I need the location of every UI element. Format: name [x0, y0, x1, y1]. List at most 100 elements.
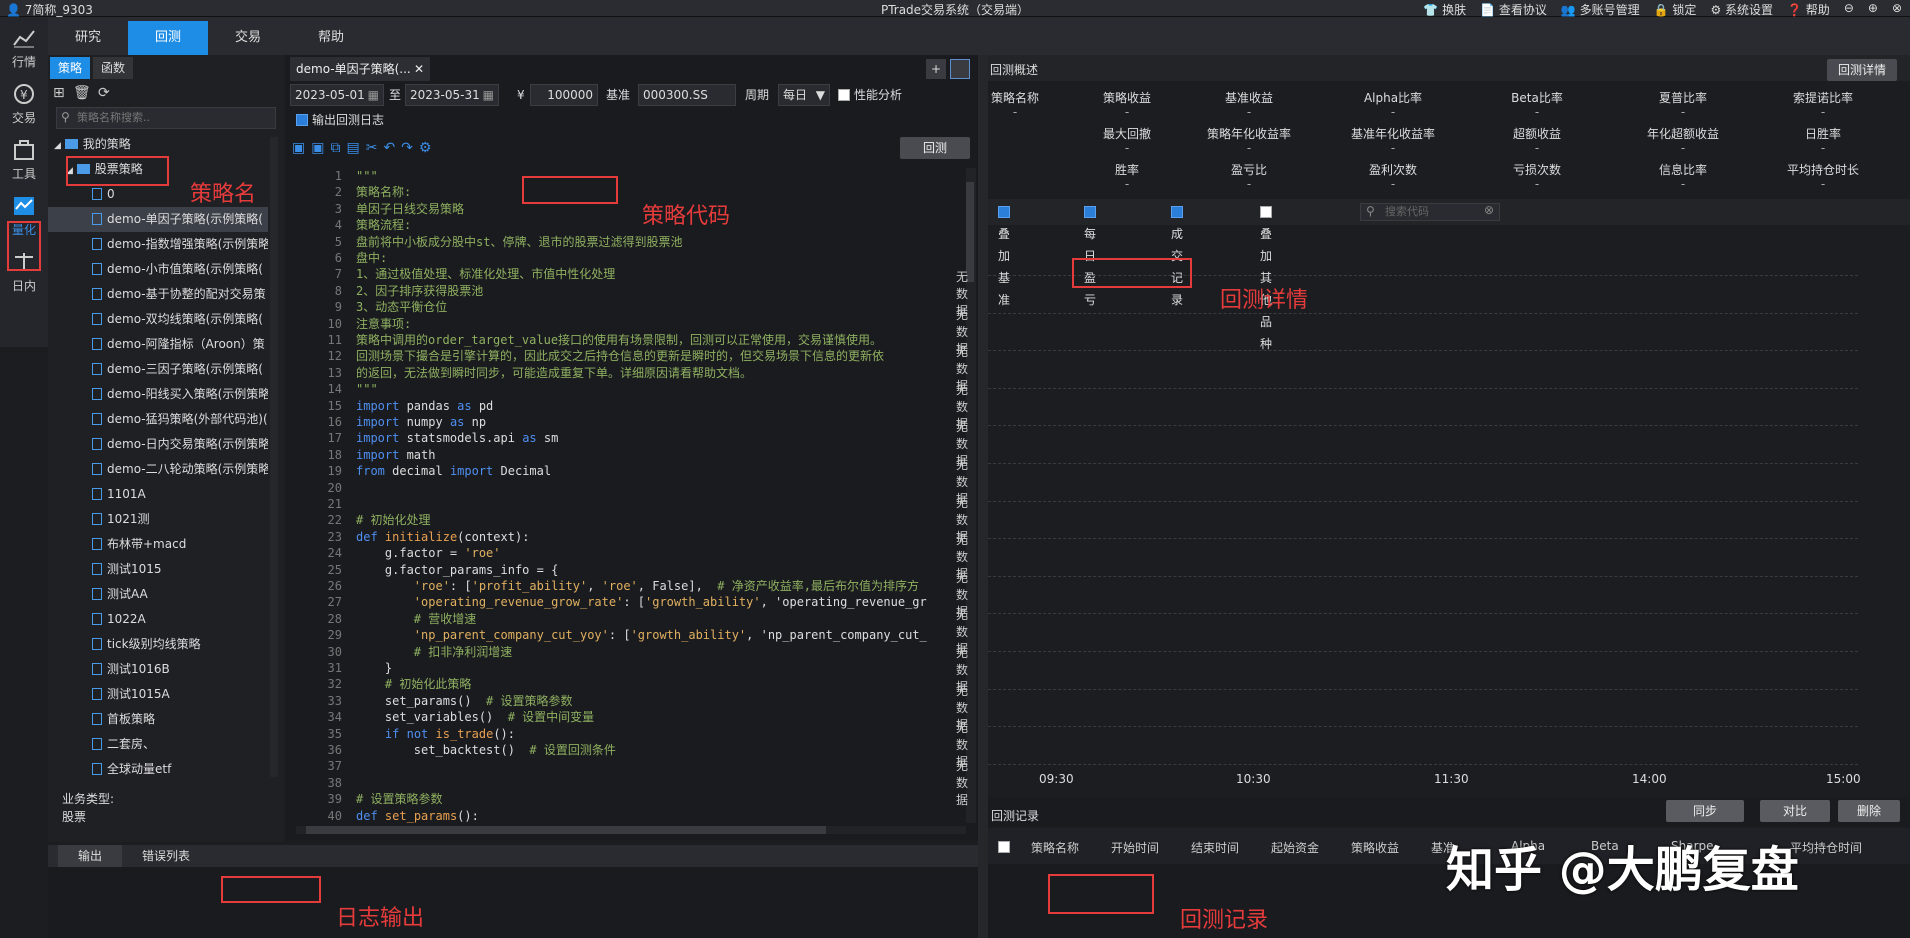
file-icon: [92, 738, 102, 750]
tree-root[interactable]: ◢ 我的策略: [48, 132, 268, 157]
refresh-icon[interactable]: ⟳: [98, 85, 110, 101]
tree-item[interactable]: 首板策略: [48, 707, 268, 732]
records-column-header[interactable]: 策略名称: [1031, 839, 1079, 856]
paste-icon[interactable]: ▤: [346, 140, 365, 156]
benchmark-input[interactable]: 000300.SS: [638, 84, 736, 106]
strategy-search-input[interactable]: 策略名称搜索..: [56, 107, 276, 129]
to-label: 至: [389, 88, 402, 102]
tree-item[interactable]: 布林带+macd: [48, 532, 268, 557]
close-tab-icon[interactable]: ✕: [414, 57, 424, 81]
tree-item[interactable]: 二套房、: [48, 732, 268, 757]
add-tab-icon[interactable]: +: [926, 59, 946, 79]
line-number: 28: [327, 611, 342, 626]
editor-tab[interactable]: demo-单因子策略(... ✕: [290, 57, 430, 81]
tab-strategy[interactable]: 策略: [50, 57, 90, 79]
clear-icon[interactable]: ⊗: [1484, 203, 1494, 217]
save-as-icon[interactable]: ▣: [311, 140, 330, 156]
capital-input[interactable]: 100000: [530, 84, 598, 106]
menu-backtest[interactable]: 回测: [128, 21, 208, 55]
chart-option-checkbox[interactable]: 叠加其他品种: [1260, 201, 1276, 355]
maximize-icon[interactable]: ⊕: [1868, 1, 1878, 18]
chart-option-checkbox[interactable]: 叠加基准: [998, 201, 1014, 311]
chart-option-checkbox[interactable]: 成交记录: [1171, 201, 1187, 311]
period-select[interactable]: 每日 ▼: [778, 84, 830, 106]
delete-button[interactable]: 删除: [1838, 800, 1900, 822]
sync-button[interactable]: 同步: [1666, 800, 1744, 822]
records-column-header[interactable]: 平均持仓时间: [1790, 839, 1862, 856]
file-icon: [92, 388, 102, 400]
skin-button[interactable]: 👕 换肤: [1423, 1, 1466, 18]
cut-icon[interactable]: ✂: [366, 140, 384, 156]
gear-icon[interactable]: ⚙: [419, 140, 438, 156]
tree-item[interactable]: 测试1016B: [48, 657, 268, 682]
records-column-header[interactable]: 结束时间: [1191, 839, 1239, 856]
chart-gridline: [988, 575, 1858, 577]
tree-item[interactable]: 1101A: [48, 482, 268, 507]
tree-item[interactable]: demo-指数增强策略(示例策略: [48, 232, 268, 257]
close-icon[interactable]: ⊗: [1892, 1, 1902, 18]
records-column-header[interactable]: 策略收益: [1351, 839, 1399, 856]
minimize-icon[interactable]: ⊖: [1844, 1, 1854, 18]
perf-checkbox[interactable]: 性能分析: [838, 84, 902, 106]
code-search-input[interactable]: 搜索代码: [1360, 203, 1500, 221]
tree-item[interactable]: demo-日内交易策略(示例策略: [48, 432, 268, 457]
menu-research[interactable]: 研究: [48, 21, 128, 55]
redo-icon[interactable]: ↷: [401, 140, 419, 156]
run-backtest-button[interactable]: 回测: [900, 137, 970, 159]
tree-item[interactable]: demo-小市值策略(示例策略(: [48, 257, 268, 282]
tree-item[interactable]: demo-三因子策略(示例策略(: [48, 357, 268, 382]
lock-button[interactable]: 🔒 锁定: [1654, 1, 1697, 18]
tree-item[interactable]: demo-二八轮动策略(示例策略: [48, 457, 268, 482]
nav-market[interactable]: 行情: [0, 17, 48, 73]
tree-item[interactable]: demo-双均线策略(示例策略(: [48, 307, 268, 332]
code-hscrollbar[interactable]: [296, 826, 966, 834]
menu-help[interactable]: 帮助: [291, 21, 371, 55]
tree-item[interactable]: tick级别均线策略: [48, 632, 268, 657]
copy-icon[interactable]: ⧉: [330, 140, 346, 156]
code-editor[interactable]: 1 """ 2 策略名称: 3 单因子日线交易策略 4 策略流程: 5 盘前将中小板成分股中st、…: [290, 168, 965, 823]
tree-item[interactable]: demo-猛犸策略(外部代码池)(: [48, 407, 268, 432]
nav-tools[interactable]: 工具: [0, 129, 48, 185]
tab-output[interactable]: 输出: [58, 845, 122, 867]
end-date-input[interactable]: 2023-05-31 ▦: [405, 84, 499, 106]
nav-trade[interactable]: ¥ 交易: [0, 73, 48, 129]
tree-item[interactable]: 测试1015A: [48, 682, 268, 707]
line-number: 21: [327, 497, 342, 511]
compare-button[interactable]: 对比: [1760, 800, 1830, 822]
detail-button[interactable]: 回测详情: [1827, 59, 1897, 81]
records-column-header[interactable]: 开始时间: [1111, 839, 1159, 856]
code-line: 2、因子排序获得股票池: [356, 283, 484, 298]
tree-item[interactable]: 1021测: [48, 507, 268, 532]
tree-scrollbar[interactable]: [270, 137, 278, 777]
delete-icon[interactable]: 🗑: [73, 85, 91, 101]
undo-icon[interactable]: ↶: [383, 140, 401, 156]
tree-item[interactable]: 1022A: [48, 607, 268, 632]
records-column-header[interactable]: 起始资金: [1271, 839, 1319, 856]
tree-item[interactable]: demo-基于协整的配对交易策: [48, 282, 268, 307]
tree-item[interactable]: demo-阳线买入策略(示例策略: [48, 382, 268, 407]
start-date-input[interactable]: 2023-05-01 ▦: [290, 84, 384, 106]
tree-item[interactable]: 全球动量etf: [48, 757, 268, 782]
panel-splitter[interactable]: [978, 55, 988, 938]
chart-option-checkbox[interactable]: 每日盈亏: [1084, 201, 1100, 311]
tab-errors[interactable]: 错误列表: [126, 845, 206, 867]
select-all-checkbox[interactable]: [998, 841, 1010, 853]
layout-icon[interactable]: [950, 59, 970, 79]
tree-item[interactable]: 测试1015: [48, 557, 268, 582]
help-button[interactable]: ❓ 帮助: [1787, 1, 1830, 18]
tree-item[interactable]: 测试AA: [48, 582, 268, 607]
menu-trade[interactable]: 交易: [208, 21, 288, 55]
code-line: 回测场景下撮合是引擎计算的，因此成交之后持仓信息的更新是瞬时的，但交易场景下信息…: [356, 349, 885, 364]
add-icon[interactable]: ⊞: [53, 85, 65, 101]
multi-account-button[interactable]: 👥 多账号管理: [1561, 1, 1640, 18]
tree-item[interactable]: demo-单因子策略(示例策略(: [48, 207, 268, 232]
log-output-checkbox[interactable]: 输出回测日志: [296, 109, 384, 131]
agreement-button[interactable]: 📄 查看协议: [1480, 1, 1547, 18]
tree-item[interactable]: demo-阿隆指标（Aroon）策: [48, 332, 268, 357]
editor-toolbar: ▣▣⧉▤✂↶↷⚙: [292, 140, 437, 156]
settings-button[interactable]: ⚙ 系统设置: [1710, 1, 1773, 18]
tab-functions[interactable]: 函数: [93, 57, 133, 79]
biz-type-value: 股票: [62, 810, 87, 824]
biz-type-label: 业务类型:: [62, 792, 115, 806]
save-icon[interactable]: ▣: [292, 140, 311, 156]
